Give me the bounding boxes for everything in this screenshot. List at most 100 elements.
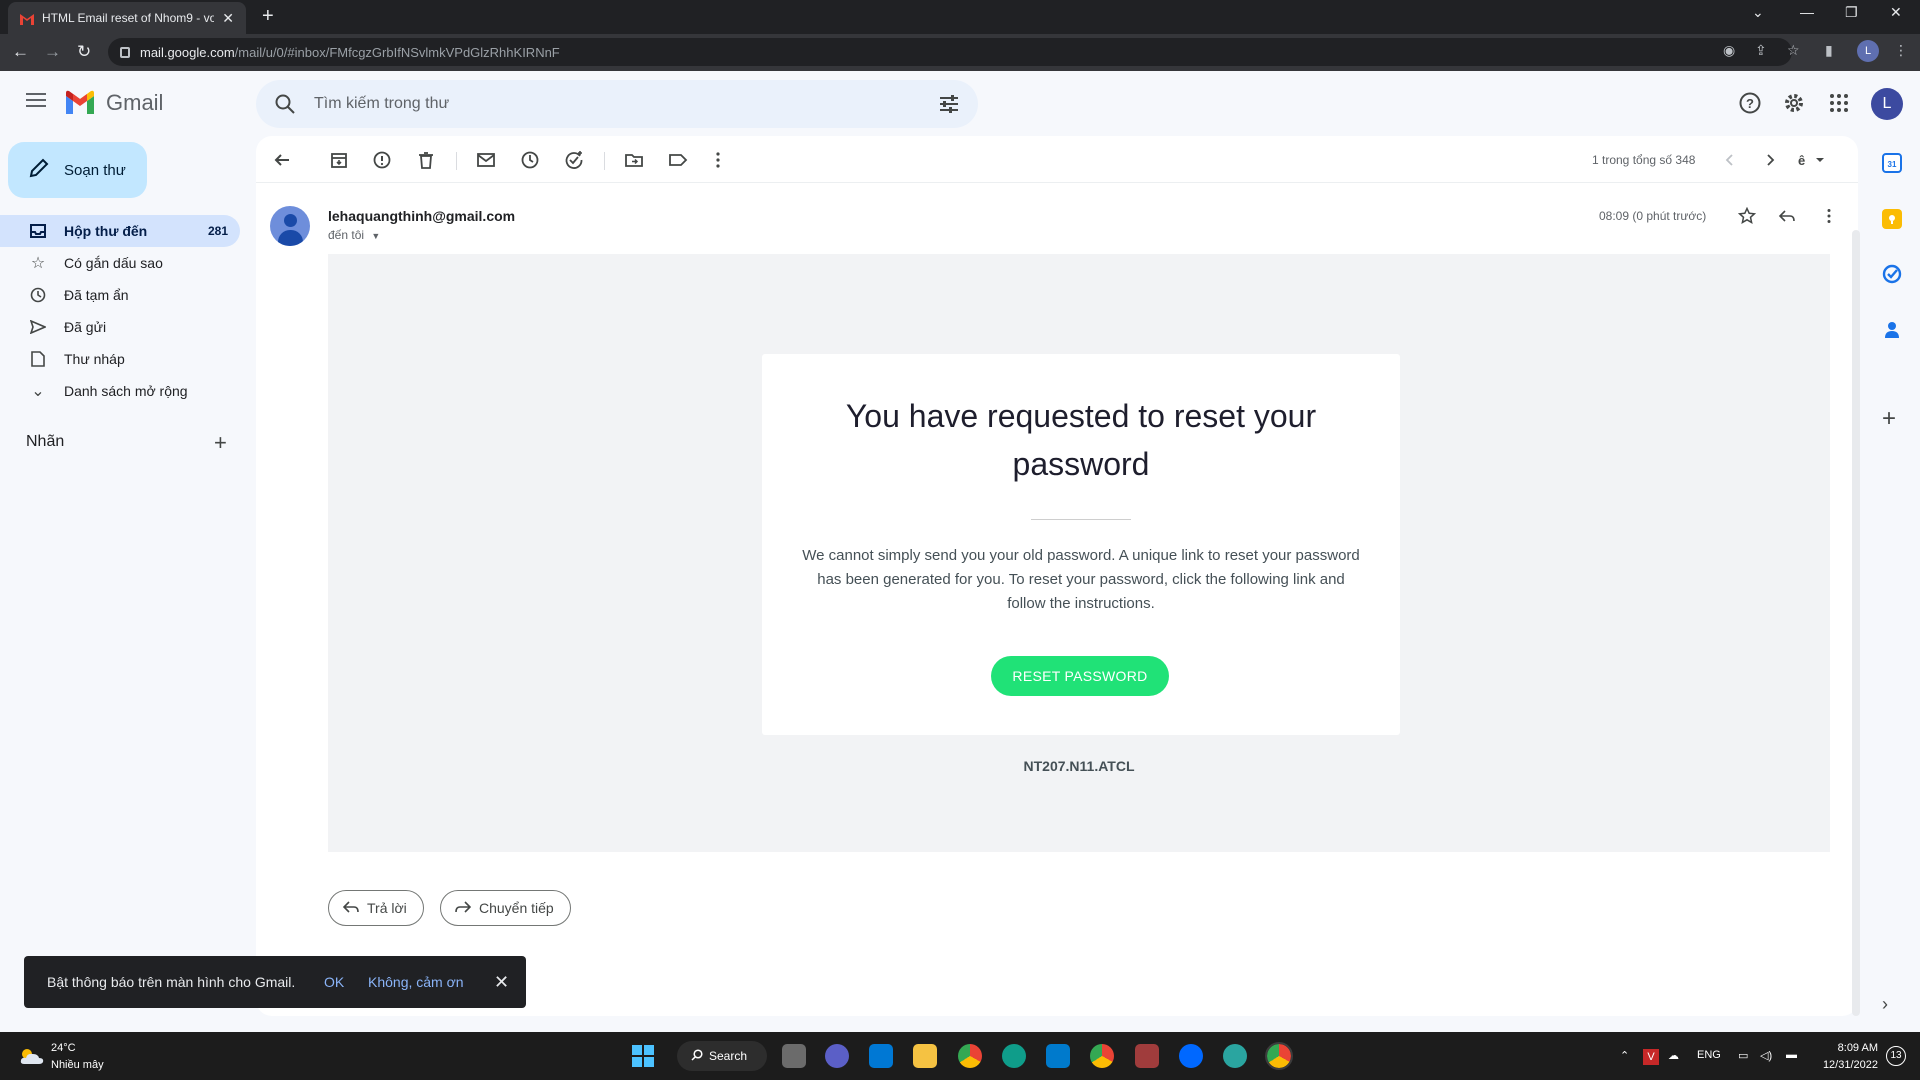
tab-search-chevron-icon[interactable]: ⌄ [1752, 4, 1764, 21]
search-icon[interactable] [274, 93, 296, 115]
add-label-icon[interactable]: + [214, 430, 227, 456]
get-addons-icon[interactable]: + [1882, 407, 1902, 431]
email-card: You have requested to reset your passwor… [762, 354, 1400, 735]
chrome-profile-icon[interactable] [1090, 1044, 1114, 1068]
star-message-icon[interactable] [1737, 206, 1757, 230]
add-task-icon[interactable] [564, 150, 584, 170]
winrar-icon[interactable] [1135, 1044, 1159, 1068]
volume-icon[interactable]: ◁) [1760, 1049, 1772, 1062]
snackbar-ok-button[interactable]: OK [324, 974, 344, 990]
bookmark-star-icon[interactable]: ☆ [1787, 42, 1800, 59]
windows-start-icon[interactable] [631, 1044, 655, 1068]
share-icon[interactable]: ⇪ [1755, 42, 1767, 59]
newer-chevron-left-icon[interactable] [1720, 150, 1740, 170]
back-to-inbox-icon[interactable] [272, 150, 292, 170]
snackbar-close-icon[interactable]: ✕ [494, 972, 509, 993]
sidebar-item-more[interactable]: ⌄ Danh sách mở rộng [0, 375, 240, 407]
cloud-weather-icon[interactable] [18, 1046, 46, 1066]
browser-profile-avatar[interactable]: L [1857, 40, 1879, 62]
notification-count-badge[interactable]: 13 [1886, 1046, 1906, 1066]
reload-icon[interactable]: ↻ [77, 42, 91, 62]
new-tab-icon[interactable]: + [262, 5, 274, 28]
restore-icon[interactable]: ❐ [1845, 4, 1858, 21]
toolbar-divider-line [256, 182, 1858, 183]
network-icon[interactable]: ▭ [1738, 1049, 1748, 1062]
network-app-icon[interactable] [1223, 1044, 1247, 1068]
task-view-icon[interactable] [782, 1044, 806, 1068]
weather-description: Nhiều mây [51, 1059, 104, 1071]
mark-unread-icon[interactable] [476, 150, 496, 170]
calendar-icon[interactable]: 31 [1882, 153, 1902, 173]
message-more-icon[interactable] [1820, 207, 1838, 230]
older-chevron-right-icon[interactable] [1760, 150, 1780, 170]
vscode-icon[interactable] [1046, 1044, 1070, 1068]
label-icon[interactable] [668, 150, 688, 170]
eye-icon[interactable]: ◉ [1723, 42, 1735, 59]
tasks-icon[interactable] [1882, 264, 1902, 284]
clock-time[interactable]: 8:09 AM [1818, 1042, 1878, 1054]
avatar-body-shape [278, 230, 303, 246]
cloud-tray-icon[interactable]: ☁ [1668, 1049, 1679, 1062]
help-icon[interactable]: ? [1738, 91, 1762, 115]
file-explorer-icon[interactable] [913, 1044, 937, 1068]
archive-icon[interactable] [329, 150, 349, 170]
taskbar-search-button[interactable]: Search [677, 1041, 767, 1071]
input-tools-icon[interactable]: ê [1796, 150, 1830, 170]
keep-icon[interactable] [1882, 209, 1902, 229]
snackbar-dismiss-button[interactable]: Không, cảm ơn [368, 974, 464, 990]
google-apps-icon[interactable] [1827, 91, 1851, 115]
sidebar-item-sent[interactable]: Đã gửi [0, 311, 240, 343]
browser-tab[interactable]: HTML Email reset of Nhom9 - vo ✕ [8, 2, 246, 34]
browser-menu-icon[interactable]: ⋮ [1894, 42, 1908, 59]
clock-date[interactable]: 12/31/2022 [1808, 1059, 1878, 1071]
url-text: mail.google.com/mail/u/0/#inbox/FMfcgzGr… [140, 45, 560, 60]
report-spam-icon[interactable] [372, 150, 392, 170]
search-input[interactable] [314, 92, 874, 116]
scrollbar[interactable] [1852, 230, 1860, 1016]
sidebar-item-label: Thư nháp [64, 351, 125, 367]
main-menu-icon[interactable] [26, 93, 46, 107]
sender-avatar[interactable] [270, 206, 310, 246]
delete-icon[interactable] [416, 150, 436, 170]
sidebar-item-starred[interactable]: ☆ Có gắn dấu sao [0, 247, 240, 279]
window-close-icon[interactable]: ✕ [1890, 4, 1902, 21]
reply-icon[interactable] [1778, 207, 1796, 230]
reset-password-button[interactable]: RESET PASSWORD [991, 656, 1169, 696]
tray-overflow-chevron-icon[interactable]: ⌃ [1620, 1049, 1629, 1062]
snooze-clock-icon[interactable] [520, 150, 540, 170]
teams-chat-icon[interactable] [825, 1044, 849, 1068]
minimize-icon[interactable]: — [1800, 4, 1814, 20]
avatar-head-shape [284, 214, 297, 227]
compose-button[interactable]: Soạn thư [8, 142, 147, 198]
microsoft-store-icon[interactable] [869, 1044, 893, 1068]
settings-gear-icon[interactable] [1782, 91, 1806, 115]
input-language[interactable]: ENG [1697, 1049, 1721, 1061]
reply-button[interactable]: Trả lời [328, 890, 424, 926]
taskbar-search-label: Search [709, 1049, 748, 1063]
search-options-icon[interactable] [938, 93, 960, 115]
omnibox[interactable]: mail.google.com/mail/u/0/#inbox/FMfcgzGr… [108, 38, 1792, 66]
forward-button[interactable]: Chuyển tiếp [440, 890, 571, 926]
zalo-icon[interactable] [1179, 1044, 1203, 1068]
antivirus-tray-icon[interactable]: V [1643, 1049, 1659, 1065]
battery-icon[interactable]: ▬ [1786, 1049, 1797, 1061]
edge-icon[interactable] [1002, 1044, 1026, 1068]
chrome-active-icon[interactable] [1265, 1042, 1293, 1070]
sidebar-item-drafts[interactable]: Thư nháp [0, 343, 240, 375]
recipient-details[interactable]: đến tôi ▼ [328, 228, 380, 242]
gmail-logo-icon[interactable] [64, 90, 96, 114]
sender-email[interactable]: lehaquangthinh@gmail.com [328, 208, 515, 224]
tab-close-icon[interactable]: ✕ [222, 10, 234, 27]
chrome-icon[interactable] [958, 1044, 982, 1068]
sidebar-item-inbox[interactable]: Hộp thư đến 281 [0, 215, 240, 247]
contacts-icon[interactable] [1882, 320, 1902, 340]
forward-icon[interactable]: → [44, 42, 61, 62]
account-avatar[interactable]: L [1871, 88, 1903, 120]
side-panel-icon[interactable]: ▮ [1825, 42, 1833, 59]
email-divider [1031, 519, 1131, 520]
back-icon[interactable]: ← [12, 42, 29, 62]
move-to-icon[interactable] [624, 150, 644, 170]
more-options-icon[interactable] [708, 150, 728, 170]
sidebar-item-snoozed[interactable]: Đã tạm ẩn [0, 279, 240, 311]
show-side-panel-icon[interactable]: › [1882, 994, 1902, 1014]
